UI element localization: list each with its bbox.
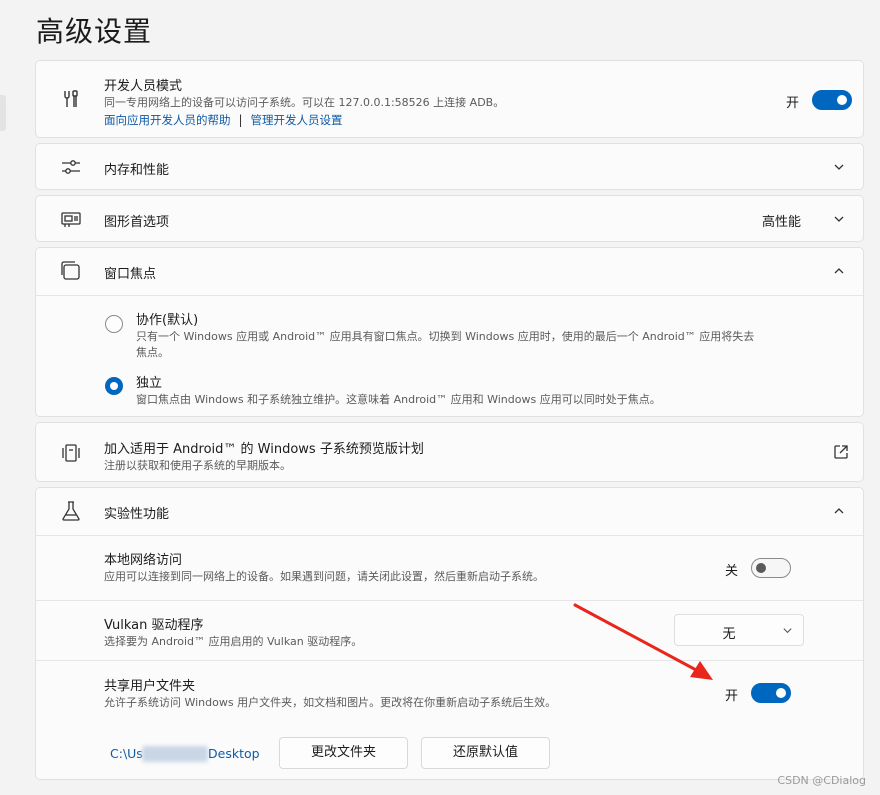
- window-icon: [60, 260, 82, 282]
- chevron-up-icon[interactable]: [833, 265, 845, 277]
- developer-mode-description: 同一专用网络上的设备可以访问子系统。可以在 127.0.0.1:58526 上连…: [104, 96, 505, 109]
- change-folder-button[interactable]: 更改文件夹: [279, 737, 408, 769]
- divider: [36, 600, 863, 601]
- shared-folder-path-suffix: Desktop: [208, 746, 260, 761]
- memory-performance-card[interactable]: 内存和性能: [35, 143, 864, 190]
- local-network-description: 应用可以连接到同一网络上的设备。如果遇到问题，请关闭此设置，然后重新启动子系统。: [104, 570, 544, 583]
- vulkan-description: 选择要为 Android™ 应用启用的 Vulkan 驱动程序。: [104, 635, 363, 648]
- sliders-icon: [60, 156, 82, 178]
- shared-folder-path-prefix: C:\Us: [110, 746, 143, 761]
- local-network-state-label: 关: [725, 564, 739, 579]
- developer-mode-title: 开发人员模式: [104, 79, 183, 94]
- graphics-preference-card[interactable]: 图形首选项 高性能: [35, 195, 864, 242]
- experimental-features-card: 实验性功能 本地网络访问 应用可以连接到同一网络上的设备。如果遇到问题，请关闭此…: [35, 487, 864, 780]
- graphics-card-icon: [60, 208, 82, 230]
- graphics-value: 高性能: [762, 215, 802, 230]
- chevron-up-icon[interactable]: [833, 505, 845, 517]
- shared-folders-description: 允许子系统访问 Windows 用户文件夹，如文档和图片。更改将在你重新启动子系…: [104, 696, 557, 709]
- focus-collaborative-label: 协作(默认): [136, 313, 199, 328]
- divider: [36, 660, 863, 661]
- chevron-down-icon: [782, 625, 793, 636]
- preview-program-card[interactable]: 加入适用于 Android™ 的 Windows 子系统预览版计划 注册以获取和…: [35, 422, 864, 482]
- graphics-title: 图形首选项: [104, 215, 170, 230]
- chevron-down-icon[interactable]: [833, 213, 845, 225]
- annotation-arrow: [573, 603, 713, 680]
- nav-indicator: [0, 95, 6, 131]
- external-link-icon[interactable]: [832, 443, 850, 461]
- local-network-title: 本地网络访问: [104, 553, 183, 568]
- chevron-down-icon[interactable]: [833, 161, 845, 173]
- window-focus-card: 窗口焦点 协作(默认) 只有一个 Windows 应用或 Android™ 应用…: [35, 247, 864, 417]
- developer-mode-toggle[interactable]: [812, 90, 852, 110]
- focus-collaborative-description: 只有一个 Windows 应用或 Android™ 应用具有窗口焦点。切换到 W…: [136, 330, 755, 343]
- flask-icon: [60, 500, 82, 522]
- window-focus-title: 窗口焦点: [104, 267, 157, 282]
- preview-program-title: 加入适用于 Android™ 的 Windows 子系统预览版计划: [104, 442, 424, 457]
- watermark: CSDN @CDialog: [777, 774, 866, 787]
- focus-independent-label: 独立: [136, 376, 163, 391]
- shared-folders-title: 共享用户文件夹: [104, 679, 196, 694]
- redacted-path-segment: [142, 746, 208, 762]
- divider: [36, 295, 863, 296]
- focus-independent-description: 窗口焦点由 Windows 和子系统独立维护。这意味着 Android™ 应用和…: [136, 393, 661, 406]
- developer-links: 面向应用开发人员的帮助 | 管理开发人员设置: [104, 109, 343, 128]
- developer-mode-state-label: 开: [786, 96, 800, 111]
- local-network-toggle[interactable]: [751, 558, 791, 578]
- experimental-title: 实验性功能: [104, 507, 170, 522]
- developer-mode-card: 开发人员模式 同一专用网络上的设备可以访问子系统。可以在 127.0.0.1:5…: [35, 60, 864, 138]
- focus-collaborative-radio[interactable]: [105, 315, 123, 333]
- toggle-knob: [837, 95, 847, 105]
- shared-folders-toggle[interactable]: [751, 683, 791, 703]
- preview-icon: [60, 442, 82, 464]
- manage-developer-settings-link[interactable]: 管理开发人员设置: [251, 113, 343, 127]
- developer-help-link[interactable]: 面向应用开发人员的帮助: [104, 113, 231, 127]
- focus-collaborative-description-cont: 焦点。: [136, 346, 169, 359]
- vulkan-title: Vulkan 驱动程序: [104, 618, 204, 633]
- divider: [36, 535, 863, 536]
- focus-independent-radio[interactable]: [105, 377, 123, 395]
- toggle-knob: [776, 688, 786, 698]
- reset-default-button[interactable]: 还原默认值: [421, 737, 550, 769]
- tools-icon: [60, 88, 82, 110]
- page-title: 高级设置: [36, 15, 153, 48]
- link-separator: |: [238, 113, 243, 127]
- preview-program-description: 注册以获取和使用子系统的早期版本。: [104, 459, 291, 472]
- memory-title: 内存和性能: [104, 163, 170, 178]
- toggle-knob: [756, 563, 766, 573]
